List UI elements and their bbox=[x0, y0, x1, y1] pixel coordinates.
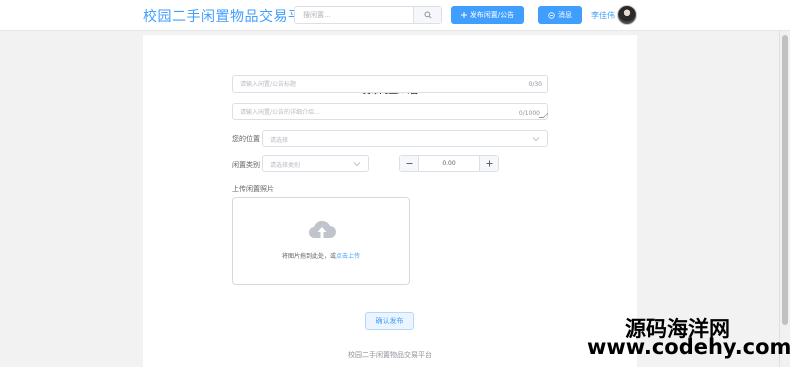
location-select-placeholder: 请选择 bbox=[270, 137, 289, 144]
description-char-counter: 0/1000 bbox=[518, 110, 540, 117]
category-select-placeholder: 请选择类别 bbox=[270, 162, 301, 169]
upload-hint: 将图片拖到此处，或点击上传 bbox=[233, 251, 409, 260]
message-button[interactable]: 消息 bbox=[538, 6, 582, 24]
username[interactable]: 李佳伟 bbox=[591, 10, 615, 21]
title-char-counter: 0/30 bbox=[528, 81, 542, 88]
confirm-publish-button[interactable]: 确认发布 bbox=[365, 312, 414, 330]
price-input[interactable] bbox=[420, 156, 478, 171]
cloud-upload-icon bbox=[308, 220, 336, 239]
resize-handle-icon[interactable] bbox=[538, 113, 549, 118]
watermark-url: www.codehy.com bbox=[587, 335, 790, 359]
upload-hint-text: 将图片拖到此处，或 bbox=[281, 253, 336, 260]
message-button-label: 消息 bbox=[558, 11, 572, 19]
publish-button[interactable]: 发布闲置/公告 bbox=[451, 6, 524, 24]
site-title[interactable]: 校园二手闲置物品交易平台 bbox=[143, 6, 317, 26]
scrollbar-thumb[interactable] bbox=[782, 35, 788, 325]
category-label: 闲置类别 bbox=[232, 161, 260, 169]
title-field: 0/30 bbox=[232, 75, 548, 93]
photo-upload-dropzone[interactable]: 将图片拖到此处，或点击上传 bbox=[232, 197, 410, 285]
chevron-down-icon bbox=[353, 162, 361, 167]
location-select[interactable]: 请选择 bbox=[262, 130, 548, 147]
price-stepper bbox=[399, 155, 499, 172]
description-field: 0/1000 bbox=[232, 103, 549, 120]
category-select[interactable]: 请选择类别 bbox=[262, 155, 369, 172]
footer-text: 校园二手闲置物品交易平台 bbox=[348, 351, 432, 359]
click-upload-link[interactable]: 点击上传 bbox=[336, 253, 360, 260]
search-box bbox=[294, 6, 442, 24]
plus-icon bbox=[486, 160, 492, 167]
location-label: 您的位置 bbox=[232, 135, 260, 143]
search-icon bbox=[423, 11, 432, 19]
top-navbar: 校园二手闲置物品交易平台 发布闲置/公告 消息 李佳伟 bbox=[0, 0, 790, 31]
avatar[interactable] bbox=[617, 5, 637, 25]
search-button[interactable] bbox=[413, 7, 441, 23]
description-textarea[interactable] bbox=[240, 107, 510, 118]
chevron-down-icon bbox=[532, 137, 540, 142]
page-scrollbar[interactable] bbox=[779, 31, 790, 367]
decrement-button[interactable] bbox=[400, 156, 419, 171]
publish-button-label: 发布闲置/公告 bbox=[469, 11, 515, 19]
chat-icon bbox=[548, 11, 555, 19]
increment-button[interactable] bbox=[479, 156, 498, 171]
title-input[interactable] bbox=[240, 79, 520, 90]
minus-icon bbox=[406, 163, 412, 164]
search-input[interactable] bbox=[295, 7, 415, 23]
photo-upload-label: 上传闲置照片 bbox=[232, 185, 274, 193]
plus-icon bbox=[460, 12, 467, 18]
